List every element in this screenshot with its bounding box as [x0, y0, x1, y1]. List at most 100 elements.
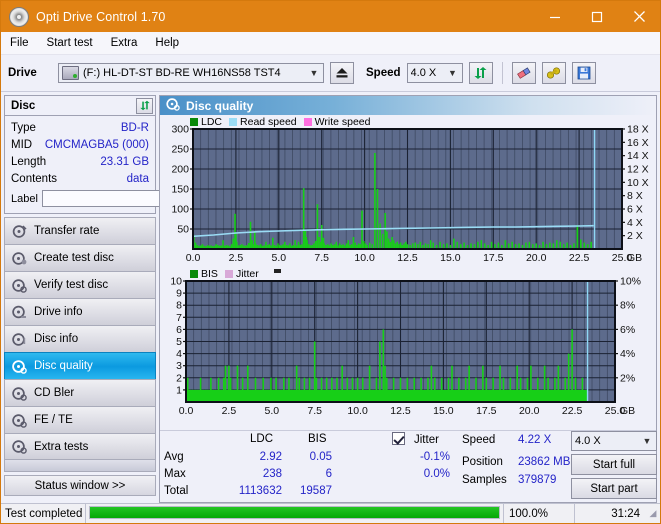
legend-item-jitter: Jitter	[224, 268, 259, 280]
fe-te-icon	[12, 413, 27, 428]
chevron-down-icon: ▼	[448, 67, 457, 78]
svg-text:10%: 10%	[620, 276, 641, 288]
drive-select[interactable]: (F:) HL-DT-ST BD-RE WH16NS58 TST4 ▼	[58, 63, 324, 83]
svg-text:12.5: 12.5	[397, 252, 418, 264]
main-body: Disc Type BD-R MID CMCMAGBA5 (000) Lengt…	[1, 92, 660, 503]
svg-text:20.0: 20.0	[526, 252, 547, 264]
disc-row-length-value: 23.31 GB	[100, 155, 149, 168]
legend-item-ldc: LDC	[190, 116, 222, 128]
menu-item-file[interactable]: File	[10, 37, 29, 49]
test-speed-value: 4.0 X	[575, 435, 601, 447]
refresh-drive-button[interactable]	[468, 62, 493, 84]
test-speed-select[interactable]: 4.0 X ▼	[571, 431, 657, 451]
legend-swatch-ldc	[190, 118, 198, 126]
bis-chart-legend: BIS Jitter	[190, 268, 281, 280]
sidebar-item-create-test-disc[interactable]: Create test disc	[4, 244, 156, 271]
stat-row-total: Total	[164, 485, 189, 497]
save-button[interactable]	[571, 62, 596, 84]
svg-text:8%: 8%	[620, 300, 635, 312]
sidebar-item-disc-quality[interactable]: Disc quality	[4, 352, 156, 379]
content-header: Disc quality	[160, 96, 656, 115]
stat-col-ldc: LDC	[250, 433, 274, 445]
charts-area: LDC Read speed Write speed 50 100 150 200 25…	[160, 115, 656, 430]
sidebar-item-cd-bler[interactable]: CD Bler	[4, 379, 156, 406]
bis-chart-wrap: BIS Jitter 1 2 3 4 5 6 7 8 9 10 2% 4% 6% 8% 10% 0.0 2.5 5…	[160, 267, 656, 422]
svg-text:0.0: 0.0	[186, 252, 201, 264]
drive-device-icon	[62, 66, 79, 80]
erase-button[interactable]	[511, 62, 536, 84]
minimize-button[interactable]	[534, 1, 576, 32]
svg-text:4 X: 4 X	[627, 217, 643, 229]
title-bar: Opti Drive Control 1.70	[1, 1, 660, 32]
close-button[interactable]	[618, 1, 660, 32]
content-panel: Disc quality LDC Read speed Write speed …	[159, 95, 657, 503]
start-part-button[interactable]: Start part	[571, 478, 657, 499]
menu-item-help[interactable]: Help	[155, 37, 179, 49]
menu-item-start-test[interactable]: Start test	[47, 37, 93, 49]
svg-text:2%: 2%	[620, 372, 635, 384]
app-window: Opti Drive Control 1.70 File Start test …	[0, 0, 661, 524]
disc-row-contents-value: data	[126, 172, 149, 185]
status-bar: Test completed 100.0% 31:24 ◢	[1, 503, 660, 523]
nav-list: Transfer rate Create test disc Verify te…	[4, 217, 156, 472]
legend-label-write-speed: Write speed	[314, 116, 371, 128]
bis-jitter-chart: 12345678910 2% 4% 6% 8% 10% 0.0 2.5 5.0 7.5 10.0 12…	[170, 276, 641, 418]
drive-label: Drive	[8, 67, 37, 79]
menu-item-extra[interactable]: Extra	[111, 37, 138, 49]
svg-text:2 X: 2 X	[627, 230, 643, 242]
sidebar-item-extra-tests[interactable]: Extra tests	[4, 433, 156, 460]
disc-row-mid-key: MID	[11, 138, 33, 151]
svg-text:8 X: 8 X	[627, 190, 643, 202]
save-icon	[577, 66, 590, 80]
start-full-button[interactable]: Start full	[571, 454, 657, 475]
svg-text:6%: 6%	[620, 324, 635, 336]
disc-quality-icon	[166, 97, 180, 114]
stat-total-bis: 19587	[300, 485, 332, 497]
disc-refresh-button[interactable]	[136, 97, 153, 114]
jitter-checkbox[interactable]	[392, 432, 405, 445]
window-controls	[534, 1, 660, 32]
stat-avg-ldc: 2.92	[259, 451, 282, 463]
sidebar-item-transfer-rate[interactable]: Transfer rate	[4, 217, 156, 244]
disc-row-contents-key: Contents	[11, 172, 58, 185]
svg-text:16 X: 16 X	[627, 137, 649, 149]
disc-panel: Disc Type BD-R MID CMCMAGBA5 (000) Lengt…	[4, 95, 211, 214]
stat-max-ldc: 238	[262, 468, 282, 480]
tools-icon	[546, 67, 560, 79]
svg-text:15.0: 15.0	[440, 252, 461, 264]
svg-text:5.0: 5.0	[271, 252, 286, 264]
sidebar-item-verify-test-disc[interactable]: Verify test disc	[4, 271, 156, 298]
svg-text:9: 9	[176, 288, 182, 300]
sidebar-item-label: Disc info	[34, 333, 79, 345]
sidebar-item-drive-info[interactable]: Drive info	[4, 298, 156, 325]
stat-max-bis: 6	[325, 468, 332, 480]
svg-text:22.5: 22.5	[569, 252, 590, 264]
svg-text:10 X: 10 X	[627, 177, 649, 189]
legend-label-bis: BIS	[201, 268, 218, 280]
svg-text:5: 5	[176, 336, 182, 348]
resize-grip-icon[interactable]: ◢	[646, 504, 660, 523]
svg-text:10.0: 10.0	[354, 252, 375, 264]
drive-info-icon	[12, 305, 27, 320]
eraser-icon	[516, 67, 531, 79]
menu-bar: File Start test Extra Help	[1, 32, 660, 55]
svg-text:18 X: 18 X	[627, 124, 649, 136]
elapsed-time: 31:24	[574, 504, 646, 523]
svg-text:14 X: 14 X	[627, 150, 649, 162]
eject-button[interactable]	[330, 62, 354, 84]
drive-select-value: (F:) HL-DT-ST BD-RE WH16NS58 TST4	[83, 67, 281, 79]
svg-text:17.5: 17.5	[483, 252, 504, 264]
legend-swatch-write-speed	[303, 118, 312, 126]
svg-text:22.5: 22.5	[562, 405, 583, 417]
speed-select[interactable]: 4.0 X ▼	[406, 63, 463, 83]
sidebar-item-fe-te[interactable]: FE / TE	[4, 406, 156, 433]
status-window-button[interactable]: Status window >>	[4, 475, 156, 496]
svg-text:GB: GB	[627, 252, 642, 264]
chevron-down-icon: ▼	[642, 435, 652, 446]
tools-button[interactable]	[541, 62, 566, 84]
svg-text:4%: 4%	[620, 348, 635, 360]
sidebar-item-disc-info[interactable]: Disc info	[4, 325, 156, 352]
svg-text:17.5: 17.5	[476, 405, 497, 417]
maximize-button[interactable]	[576, 1, 618, 32]
svg-text:6 X: 6 X	[627, 204, 643, 216]
